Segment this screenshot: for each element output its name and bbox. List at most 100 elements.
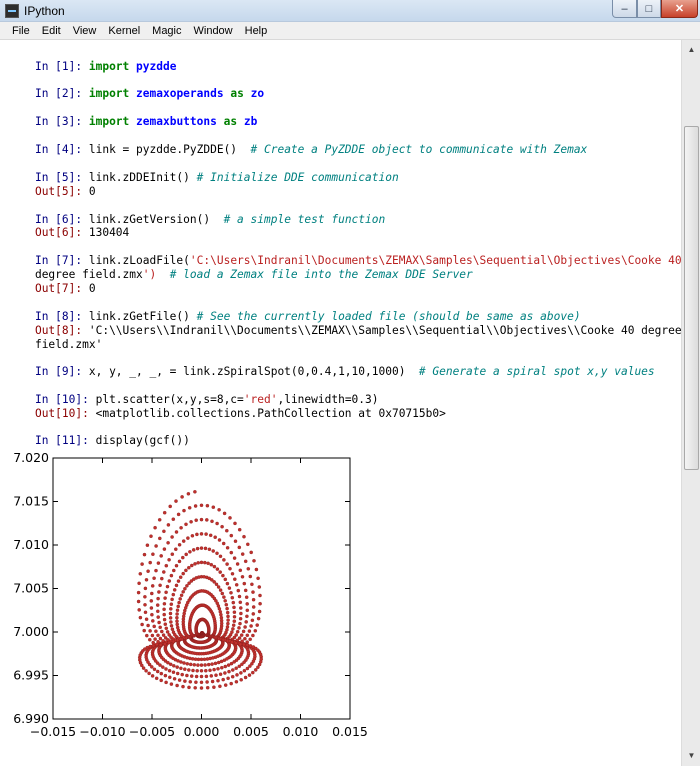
menu-edit[interactable]: Edit bbox=[36, 25, 67, 37]
menu-file[interactable]: File bbox=[0, 25, 36, 37]
data-point bbox=[205, 503, 210, 508]
data-point bbox=[144, 669, 148, 673]
data-point bbox=[248, 644, 253, 648]
data-point bbox=[168, 504, 172, 509]
scrollbar-thumb[interactable] bbox=[684, 126, 699, 470]
data-point bbox=[217, 538, 222, 542]
data-point bbox=[230, 640, 234, 644]
data-point bbox=[226, 676, 230, 681]
data-point bbox=[225, 528, 229, 533]
scroll-up-arrow-icon[interactable]: ▲ bbox=[683, 41, 700, 58]
data-point bbox=[221, 677, 225, 682]
menu-magic[interactable]: Magic bbox=[146, 25, 187, 37]
data-point bbox=[224, 602, 229, 607]
data-point bbox=[247, 629, 252, 633]
data-point bbox=[229, 661, 234, 666]
data-point bbox=[185, 673, 189, 678]
data-point bbox=[196, 657, 201, 662]
data-point bbox=[230, 572, 235, 576]
close-button[interactable]: ✕ bbox=[661, 0, 698, 18]
data-point bbox=[137, 581, 141, 586]
data-point bbox=[203, 663, 207, 667]
data-point bbox=[159, 678, 163, 683]
data-point bbox=[245, 614, 249, 619]
data-point bbox=[238, 600, 243, 605]
input-prompt: In [3]: bbox=[34, 115, 83, 128]
maximize-button[interactable]: □ bbox=[637, 0, 661, 18]
data-point bbox=[163, 673, 168, 678]
data-point bbox=[232, 556, 237, 560]
x-tick-label: −0.010 bbox=[79, 724, 125, 739]
data-point bbox=[187, 685, 191, 690]
data-point bbox=[234, 641, 238, 645]
data-point bbox=[229, 681, 233, 686]
data-point bbox=[255, 623, 259, 627]
menu-window[interactable]: Window bbox=[188, 25, 239, 37]
data-point bbox=[213, 661, 218, 666]
data-point bbox=[158, 636, 163, 641]
data-point bbox=[253, 629, 258, 633]
data-point bbox=[175, 683, 179, 688]
data-point bbox=[239, 606, 243, 610]
data-point bbox=[231, 668, 235, 672]
data-point bbox=[175, 622, 179, 627]
data-point bbox=[165, 584, 170, 589]
data-point bbox=[164, 626, 169, 631]
data-point bbox=[207, 547, 212, 552]
scatter-plot-figure: −0.015 −0.010 −0.005 0.000 0.005 0.010 0.015 6.… bbox=[0, 452, 681, 766]
data-point bbox=[140, 562, 144, 566]
data-point bbox=[148, 644, 152, 649]
data-point bbox=[161, 665, 165, 669]
data-point bbox=[249, 550, 253, 555]
data-point bbox=[176, 579, 181, 583]
data-point bbox=[179, 666, 183, 671]
data-point bbox=[227, 586, 232, 590]
data-point bbox=[249, 624, 253, 628]
data-point bbox=[175, 608, 180, 612]
data-point bbox=[189, 520, 193, 524]
data-point bbox=[251, 612, 256, 616]
data-point bbox=[241, 629, 246, 634]
title-bar: IPython – □ ✕ bbox=[0, 0, 700, 22]
code-text: import zemaxoperands as zo bbox=[88, 87, 265, 100]
data-point bbox=[175, 665, 179, 669]
minimize-button[interactable]: – bbox=[612, 0, 637, 18]
data-point bbox=[205, 518, 209, 522]
data-point bbox=[175, 625, 180, 630]
data-point bbox=[181, 555, 185, 560]
data-point bbox=[174, 563, 179, 568]
data-point bbox=[148, 560, 152, 565]
data-point bbox=[222, 511, 227, 516]
data-point bbox=[176, 512, 181, 517]
data-point bbox=[140, 622, 144, 627]
data-point bbox=[251, 633, 255, 638]
data-point bbox=[206, 561, 210, 566]
data-point bbox=[183, 667, 187, 671]
data-point bbox=[245, 608, 250, 613]
data-point bbox=[228, 566, 232, 571]
data-point bbox=[226, 621, 230, 626]
menu-help[interactable]: Help bbox=[239, 25, 274, 37]
data-point bbox=[158, 536, 162, 541]
data-point bbox=[208, 668, 212, 673]
data-point bbox=[169, 624, 174, 628]
data-point bbox=[145, 645, 150, 650]
data-point bbox=[216, 660, 221, 665]
data-point bbox=[210, 519, 214, 524]
data-point bbox=[232, 605, 236, 610]
data-point bbox=[194, 680, 198, 684]
data-point bbox=[170, 627, 175, 631]
data-point bbox=[235, 562, 240, 566]
data-point bbox=[230, 595, 235, 600]
menu-kernel[interactable]: Kernel bbox=[102, 25, 146, 37]
scroll-down-arrow-icon[interactable]: ▼ bbox=[683, 747, 700, 764]
data-point bbox=[199, 546, 204, 550]
data-point bbox=[154, 629, 158, 633]
input-prompt: In [4]: bbox=[34, 143, 83, 156]
data-point bbox=[138, 615, 143, 620]
data-point bbox=[228, 516, 232, 520]
data-point bbox=[247, 673, 252, 677]
vertical-scrollbar[interactable]: ▲ ▼ bbox=[681, 40, 700, 766]
menu-view[interactable]: View bbox=[67, 25, 103, 37]
data-point bbox=[203, 560, 207, 565]
